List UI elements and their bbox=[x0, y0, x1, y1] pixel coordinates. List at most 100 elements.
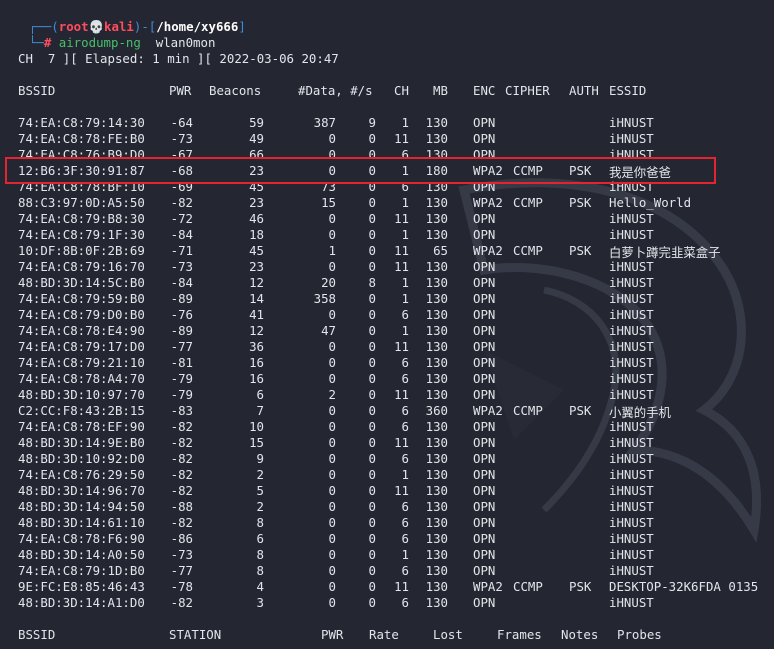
ap-mb-cell: 130 bbox=[425, 131, 448, 146]
ap-beacons-cell: 41 bbox=[249, 307, 264, 322]
ap-essid-cell: iHNUST bbox=[609, 435, 654, 450]
ap-essid-cell: iHNUST bbox=[609, 467, 654, 482]
ap-enc-cell: OPN bbox=[473, 355, 496, 370]
ap-pwr-cell: -71 bbox=[170, 243, 193, 258]
ap-pwr-cell: -82 bbox=[170, 595, 193, 610]
ap-enc-cell: OPN bbox=[473, 371, 496, 386]
ap-mb-cell: 130 bbox=[425, 339, 448, 354]
ap-header-cell: CIPHER bbox=[505, 83, 550, 98]
ap-beacons-cell: 10 bbox=[249, 419, 264, 434]
ap-mb-cell: 130 bbox=[425, 451, 448, 466]
station-header-cell: Probes bbox=[617, 627, 662, 642]
ap-essid-cell: iHNUST bbox=[609, 371, 654, 386]
ap-essid-cell: DESKTOP-32K6FDA 0135 bbox=[609, 579, 759, 594]
command-argument: wlan0mon bbox=[141, 35, 216, 50]
ap-mb-cell: 130 bbox=[425, 115, 448, 130]
ap-mb-cell: 130 bbox=[425, 227, 448, 242]
ap-cipher-cell: CCMP bbox=[513, 403, 543, 418]
ap-beacons-cell: 8 bbox=[256, 563, 264, 578]
ap-beacons-cell: 5 bbox=[256, 483, 264, 498]
ap-enc-cell: OPN bbox=[473, 531, 496, 546]
status-line: CH 7 ][ Elapsed: 1 min ][ 2022-03-06 20:… bbox=[18, 51, 339, 66]
ap-header-cell: MB bbox=[433, 83, 448, 98]
station-header-cell: PWR bbox=[321, 627, 344, 642]
highlight-box bbox=[5, 157, 716, 184]
ap-essid-cell: iHNUST bbox=[609, 419, 654, 434]
ap-pwr-cell: -82 bbox=[170, 419, 193, 434]
ap-essid-cell: Hello_World bbox=[609, 195, 692, 210]
ap-mb-cell: 130 bbox=[425, 483, 448, 498]
ap-beacons-cell: 23 bbox=[249, 195, 264, 210]
prompt-line: ┌──(root💀kali)-[/home/xy666] bbox=[14, 3, 246, 34]
ap-mb-cell: 130 bbox=[425, 323, 448, 338]
ap-mb-cell: 130 bbox=[425, 307, 448, 322]
ap-beacons-cell: 46 bbox=[249, 211, 264, 226]
ap-mb-cell: 130 bbox=[425, 547, 448, 562]
ap-header-cell: PWR bbox=[169, 83, 192, 98]
ap-auth-cell: PSK bbox=[569, 195, 592, 210]
ap-beacons-cell: 12 bbox=[249, 323, 264, 338]
ap-mb-cell: 130 bbox=[425, 259, 448, 274]
ap-cipher-cell: CCMP bbox=[513, 243, 543, 258]
ap-essid-cell: iHNUST bbox=[609, 291, 654, 306]
ap-enc-cell: OPN bbox=[473, 419, 496, 434]
ap-enc-cell: OPN bbox=[473, 291, 496, 306]
ap-pwr-cell: -89 bbox=[170, 323, 193, 338]
ap-cipher-cell: CCMP bbox=[513, 195, 543, 210]
ap-header-cell: AUTH bbox=[569, 83, 599, 98]
ap-enc-cell: OPN bbox=[473, 483, 496, 498]
ap-pwr-cell: -82 bbox=[170, 467, 193, 482]
ap-header-cell: BSSID bbox=[18, 83, 56, 98]
ap-auth-cell: PSK bbox=[569, 243, 592, 258]
ap-essid-cell: iHNUST bbox=[609, 483, 654, 498]
ap-enc-cell: WPA2 bbox=[473, 195, 503, 210]
ap-enc-cell: OPN bbox=[473, 275, 496, 290]
ap-beacons-cell: 15 bbox=[249, 435, 264, 450]
ap-beacons-cell: 12 bbox=[249, 275, 264, 290]
ap-pwr-cell: -81 bbox=[170, 355, 193, 370]
ap-mb-cell: 130 bbox=[425, 579, 448, 594]
ap-header-cell: CH bbox=[394, 83, 409, 98]
ap-essid-cell: iHNUST bbox=[609, 595, 654, 610]
ap-essid-cell: iHNUST bbox=[609, 531, 654, 546]
ap-beacons-cell: 49 bbox=[249, 131, 264, 146]
ap-pwr-cell: -79 bbox=[170, 387, 193, 402]
ap-essid-cell: iHNUST bbox=[609, 355, 654, 370]
ap-mb-cell: 360 bbox=[425, 403, 448, 418]
ap-enc-cell: OPN bbox=[473, 451, 496, 466]
ap-pwr-cell: -79 bbox=[170, 371, 193, 386]
ap-enc-cell: OPN bbox=[473, 323, 496, 338]
ap-essid-cell: iHNUST bbox=[609, 275, 654, 290]
ap-essid-cell: iHNUST bbox=[609, 115, 654, 130]
ap-pwr-cell: -77 bbox=[170, 563, 193, 578]
ap-pwr-cell: -89 bbox=[170, 291, 193, 306]
ap-mb-cell: 130 bbox=[425, 371, 448, 386]
ap-beacons-cell: 23 bbox=[249, 259, 264, 274]
ap-mb-cell: 130 bbox=[425, 419, 448, 434]
ap-header-cell: Beacons bbox=[209, 83, 262, 98]
ap-essid-cell: iHNUST bbox=[609, 307, 654, 322]
ap-mb-cell: 130 bbox=[425, 515, 448, 530]
ap-beacons-cell: 8 bbox=[256, 547, 264, 562]
station-header-cell: Frames bbox=[497, 627, 542, 642]
ap-pwr-cell: -83 bbox=[170, 403, 193, 418]
ap-beacons-cell: 6 bbox=[256, 531, 264, 546]
ap-mb-cell: 130 bbox=[425, 499, 448, 514]
ap-beacons-cell: 7 bbox=[256, 403, 264, 418]
ap-pwr-cell: -82 bbox=[170, 515, 193, 530]
ap-mb-cell: 130 bbox=[425, 531, 448, 546]
ap-essid-cell: iHNUST bbox=[609, 131, 654, 146]
ap-mb-cell: 130 bbox=[425, 355, 448, 370]
ap-beacons-cell: 45 bbox=[249, 243, 264, 258]
ap-enc-cell: OPN bbox=[473, 435, 496, 450]
station-header-cell: BSSID bbox=[18, 627, 56, 642]
ap-pwr-cell: -78 bbox=[170, 579, 193, 594]
ap-mb-cell: 130 bbox=[425, 563, 448, 578]
ap-beacons-cell: 2 bbox=[256, 499, 264, 514]
ap-essid-cell: iHNUST bbox=[609, 339, 654, 354]
ap-beacons-cell: 9 bbox=[256, 451, 264, 466]
ap-beacons-cell: 16 bbox=[249, 355, 264, 370]
ap-essid-cell: iHNUST bbox=[609, 259, 654, 274]
ap-beacons-cell: 8 bbox=[256, 515, 264, 530]
station-header-cell: Lost bbox=[433, 627, 463, 642]
